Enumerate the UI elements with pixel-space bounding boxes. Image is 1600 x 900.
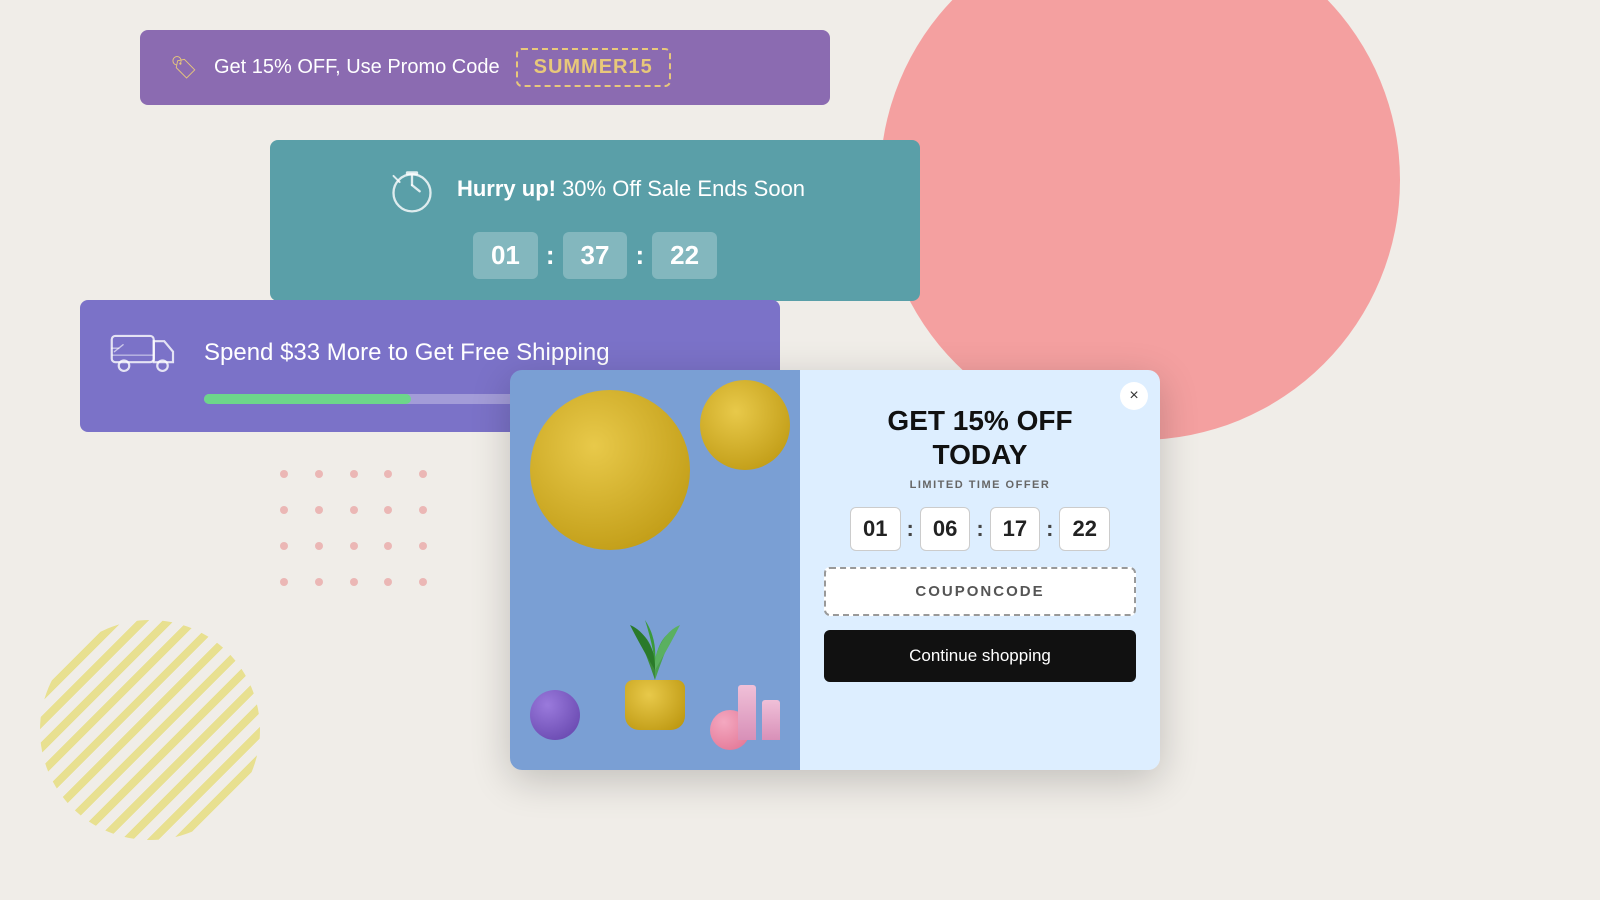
promo-text: Get 15% OFF, Use Promo Code [214,56,500,79]
modal-title: GET 15% OFF TODAY [824,404,1136,471]
shipping-text: Spend $33 More to Get Free Shipping [204,339,610,367]
coupon-code-box[interactable]: COUPONCODE [824,567,1136,616]
countdown-colon-1: : [546,240,555,271]
modal-content-side: × GET 15% OFF TODAY LIMITED TIME OFFER 0… [800,370,1160,770]
tag-icon: 🏷 [170,55,198,81]
plant-leaves-svg [615,590,695,690]
countdown-banner: Hurry up! 30% Off Sale Ends Soon 01 : 37… [270,140,920,301]
modal-colon-1: : [907,516,914,542]
modal-image-side [510,370,800,770]
gold-circle-small [700,380,790,470]
pink-pillars [738,685,780,740]
stopwatch-icon [385,162,439,216]
modal-close-button[interactable]: × [1120,382,1148,410]
plant-pot [615,590,695,730]
bg-dots [280,470,440,600]
modal-subtitle: LIMITED TIME OFFER [824,479,1136,491]
truck-icon [110,328,180,378]
modal-timer: 01 : 06 : 17 : 22 [824,507,1136,551]
gold-circle-large [530,390,690,550]
promo-banner: 🏷 Get 15% OFF, Use Promo Code SUMMER15 [140,30,830,105]
countdown-hours: 01 [473,232,538,279]
modal-popup: × GET 15% OFF TODAY LIMITED TIME OFFER 0… [510,370,1160,770]
bg-yellow-stripes [40,620,260,840]
modal-seconds: 22 [1059,507,1109,551]
countdown-colon-2: : [635,240,644,271]
modal-tens: 17 [990,507,1040,551]
purple-sphere [530,690,580,740]
countdown-digits: 01 : 37 : 22 [473,232,717,279]
modal-hours: 01 [850,507,900,551]
countdown-minutes: 37 [563,232,628,279]
modal-colon-2: : [976,516,983,542]
continue-shopping-button[interactable]: Continue shopping [824,630,1136,682]
modal-minutes: 06 [920,507,970,551]
countdown-seconds: 22 [652,232,717,279]
progress-bar-fill [204,394,411,404]
promo-code: SUMMER15 [516,48,671,87]
countdown-title: Hurry up! 30% Off Sale Ends Soon [457,176,805,202]
modal-colon-3: : [1046,516,1053,542]
